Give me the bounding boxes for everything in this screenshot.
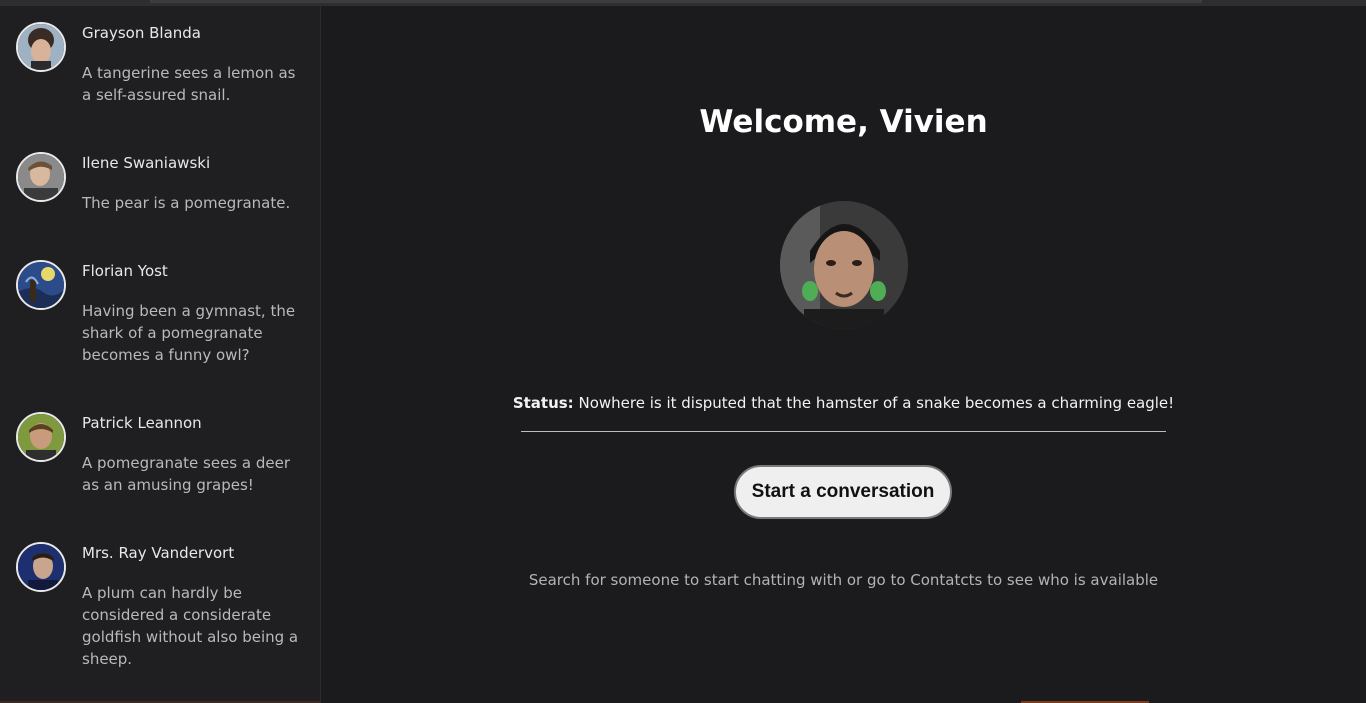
- avatar: [16, 542, 66, 592]
- help-text: Search for someone to start chatting wit…: [528, 571, 1159, 589]
- avatar: [16, 22, 66, 72]
- contact-last-message: The pear is a pomegranate.: [82, 194, 291, 212]
- contact-last-message: A pomegranate sees a deer as an amusing …: [82, 454, 290, 494]
- divider: [521, 431, 1166, 432]
- contact-name: Grayson Blanda: [82, 24, 201, 42]
- contacts-sidebar: Grayson Blanda A tangerine sees a lemon …: [0, 6, 321, 703]
- status-line: Status: Nowhere is it disputed that the …: [321, 394, 1366, 412]
- page-title: Welcome, Vivien: [699, 104, 988, 140]
- avatar: [16, 152, 66, 202]
- avatar: [16, 412, 66, 462]
- start-conversation-button[interactable]: Start a conversation: [734, 465, 952, 519]
- welcome-panel: Welcome, Vivien Status: Nowhere is it di…: [321, 6, 1366, 703]
- contact-name: Mrs. Ray Vandervort: [82, 544, 235, 562]
- contact-last-message: Having been a gymnast, the shark of a po…: [82, 302, 296, 364]
- horizontal-scrollbar[interactable]: [150, 0, 1202, 3]
- contact-name: Patrick Leannon: [82, 414, 202, 432]
- contact-name: Florian Yost: [82, 262, 168, 280]
- status-text: Nowhere is it disputed that the hamster …: [578, 394, 1175, 412]
- profile-avatar: [780, 201, 908, 329]
- avatar: [16, 260, 66, 310]
- contact-last-message: A tangerine sees a lemon as a self-assur…: [82, 64, 296, 104]
- contact-last-message: A plum can hardly be considered a consid…: [82, 584, 299, 668]
- contact-name: Ilene Swaniawski: [82, 154, 211, 172]
- status-label: Status:: [512, 394, 574, 412]
